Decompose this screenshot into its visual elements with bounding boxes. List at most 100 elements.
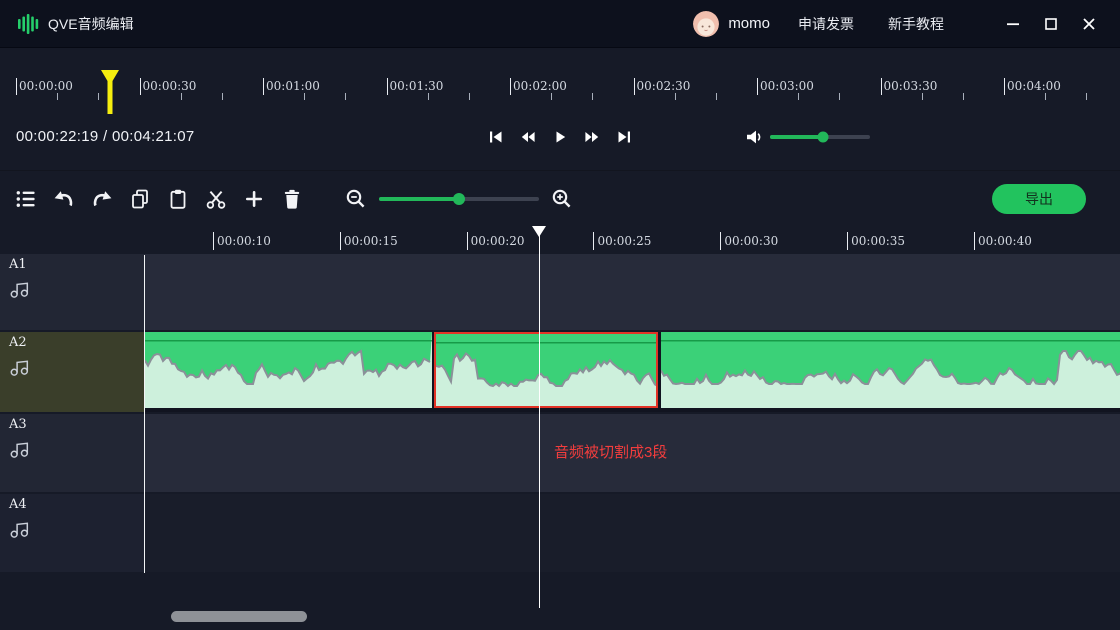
redo-icon[interactable] (90, 187, 114, 211)
skip-end-button[interactable] (616, 129, 632, 145)
speaker-icon[interactable] (746, 129, 763, 145)
track-header-a3[interactable]: A3 (0, 414, 144, 492)
audio-clip-segment-3[interactable] (661, 332, 1120, 408)
ruler-tick-label: 00:04:00 (1007, 79, 1061, 93)
track-ruler-tick (340, 232, 341, 250)
ruler-tick-label: 00:02:30 (637, 79, 691, 93)
track-label: A3 (9, 417, 135, 432)
track-label: A4 (9, 497, 135, 512)
ruler-tick-label: 00:00:30 (143, 79, 197, 93)
close-button[interactable] (1074, 9, 1104, 39)
ruler-minor-tick (675, 93, 676, 100)
ruler-tick (16, 78, 17, 95)
zoom-out-icon[interactable] (344, 187, 368, 211)
username[interactable]: momo (728, 15, 770, 32)
zoom-slider-thumb[interactable] (453, 193, 465, 205)
delete-icon[interactable] (280, 187, 304, 211)
zoom-in-icon[interactable] (550, 187, 574, 211)
zoom-control (344, 187, 574, 211)
track-ruler-tick-label: 00:00:30 (724, 234, 778, 248)
volume-control (746, 129, 870, 145)
undo-icon[interactable] (52, 187, 76, 211)
play-button[interactable] (552, 129, 568, 145)
ruler-tick (140, 78, 141, 95)
user-avatar[interactable] (693, 11, 719, 37)
ruler-minor-tick (181, 93, 182, 100)
copy-icon[interactable] (128, 187, 152, 211)
track-ruler-tick (720, 232, 721, 250)
maximize-button[interactable] (1036, 9, 1066, 39)
export-button[interactable]: 导出 (992, 184, 1086, 214)
current-time: 00:00:22:19 (16, 128, 99, 145)
ruler-minor-tick (304, 93, 305, 100)
ruler-minor-tick (1045, 93, 1046, 100)
track-ruler-tick (974, 232, 975, 250)
ruler-tick (263, 78, 264, 95)
time-separator: / (103, 128, 112, 145)
transport-controls (488, 129, 648, 145)
bottom-bar (0, 574, 1120, 630)
track-label: A2 (9, 335, 135, 350)
rewind-button[interactable] (520, 129, 536, 145)
ruler-tick-label: 00:03:30 (884, 79, 938, 93)
track-row-a3: A3 音频被切割成3段 (0, 414, 1120, 492)
volume-slider[interactable] (770, 135, 870, 139)
ruler-minor-tick (839, 93, 840, 100)
zoom-slider[interactable] (379, 197, 539, 201)
track-lane-a2[interactable] (144, 332, 1120, 412)
ruler-minor-tick (57, 93, 58, 100)
track-ruler-tick (847, 232, 848, 250)
audio-clip-segment-1[interactable] (145, 332, 432, 408)
ruler-tick (1004, 78, 1005, 95)
volume-slider-thumb[interactable] (818, 132, 829, 143)
edit-toolbar: 导出 (0, 171, 1120, 227)
track-ruler-tick (467, 232, 468, 250)
ruler-minor-tick (922, 93, 923, 100)
ruler-tick (757, 78, 758, 95)
invoice-menu-item[interactable]: 申请发票 (798, 14, 854, 34)
music-note-icon (9, 438, 135, 465)
skip-start-button[interactable] (488, 129, 504, 145)
track-list-icon[interactable] (14, 187, 38, 211)
ruler-minor-tick (551, 93, 552, 100)
ruler-minor-tick (428, 93, 429, 100)
track-header-a2[interactable]: A2 (0, 332, 144, 412)
track-ruler-tick (593, 232, 594, 250)
audio-clip-segment-2[interactable] (434, 332, 658, 408)
ruler-minor-tick (963, 93, 964, 100)
ruler-minor-tick (222, 93, 223, 100)
ruler-tick (510, 78, 511, 95)
cut-icon[interactable] (204, 187, 228, 211)
ruler-tick (387, 78, 388, 95)
track-ruler-tick-label: 00:00:20 (471, 234, 525, 248)
minimize-button[interactable] (998, 9, 1028, 39)
time-display: 00:00:22:19 / 00:04:21:07 (16, 128, 195, 145)
track-area: A1 A2 (0, 254, 1120, 572)
track-lane-a3[interactable]: 音频被切割成3段 (144, 414, 1120, 492)
ruler-tick-label: 00:02:00 (513, 79, 567, 93)
tutorial-menu-item[interactable]: 新手教程 (888, 14, 944, 34)
track-row-a4: A4 (0, 494, 1120, 572)
track-ruler-tick-label: 00:00:25 (597, 234, 651, 248)
horizontal-scrollbar[interactable] (171, 611, 307, 622)
track-timeline-ruler[interactable]: 00:00:10 00:00:15 00:00:20 00:00:25 00:0… (0, 227, 1120, 254)
track-lane-a1[interactable] (144, 254, 1120, 330)
track-label: A1 (9, 257, 135, 272)
track-ruler-tick (213, 232, 214, 250)
track-lane-a4[interactable] (144, 494, 1120, 572)
track-header-a1[interactable]: A1 (0, 254, 144, 330)
fast-forward-button[interactable] (584, 129, 600, 145)
ruler-minor-tick (98, 93, 99, 100)
track-ruler-tick-label: 00:00:10 (217, 234, 271, 248)
add-icon[interactable] (242, 187, 266, 211)
ruler-minor-tick (716, 93, 717, 100)
ruler-minor-tick (1086, 93, 1087, 100)
ruler-tick (881, 78, 882, 95)
ruler-minor-tick (345, 93, 346, 100)
paste-icon[interactable] (166, 187, 190, 211)
timeline-position-marker[interactable] (101, 70, 119, 119)
titlebar: QVE音频编辑 momo 申请发票 新手教程 (0, 0, 1120, 48)
qve-audio-editor-window: QVE音频编辑 momo 申请发票 新手教程 00:00:00 (0, 0, 1120, 630)
ruler-tick-label: 00:03:00 (760, 79, 814, 93)
track-header-a4[interactable]: A4 (0, 494, 144, 572)
